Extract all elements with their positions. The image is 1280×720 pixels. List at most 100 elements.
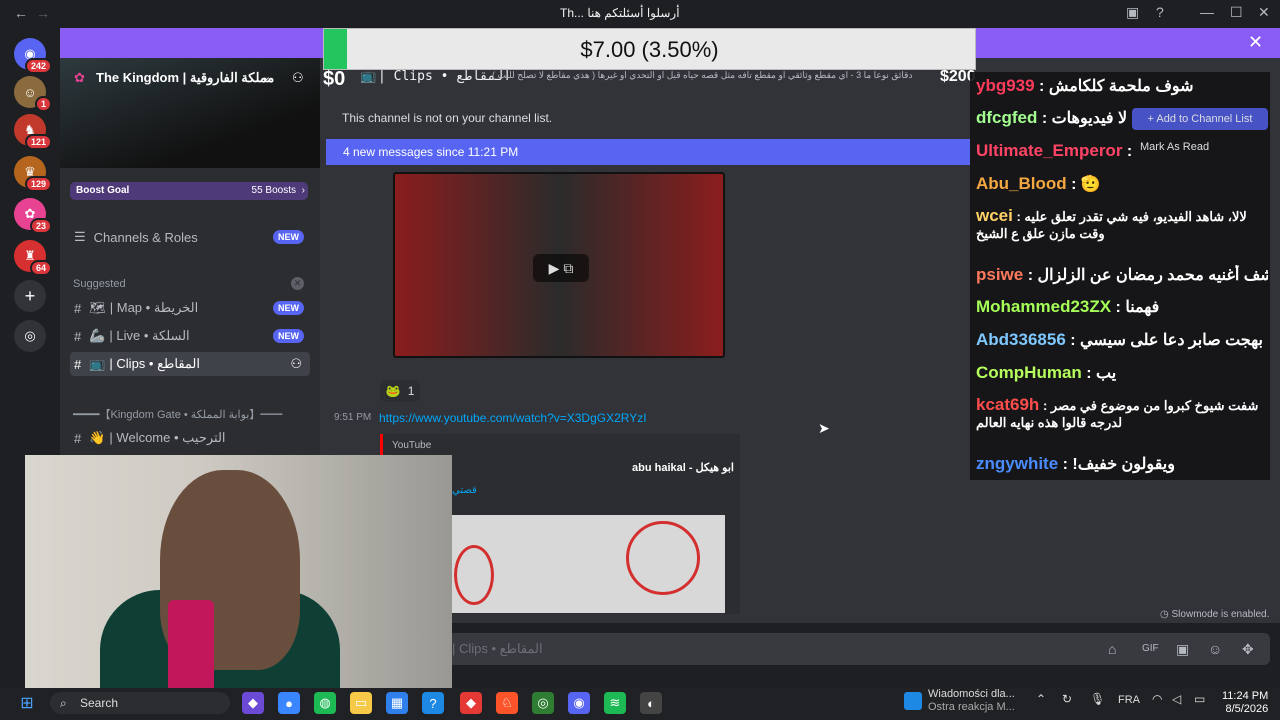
microphone-icon[interactable]: 🎙	[1090, 692, 1105, 706]
mention-badge: 129	[24, 176, 52, 192]
chat-separator: :	[1037, 110, 1052, 127]
sidebar-item-welcome[interactable]: # 👋 | Welcome • الترحيب	[70, 426, 310, 450]
video-thumbnail[interactable]: ▶ ⧉	[393, 172, 725, 358]
new-messages-bar[interactable]: 4 new messages since 11:21 PM	[326, 139, 970, 165]
new-badge: NEW	[273, 230, 304, 244]
taskbar-app-icon[interactable]: ▦	[386, 692, 408, 714]
server-icon[interactable]: ◉ 242	[14, 38, 52, 74]
chat-message: ybg939 : شوف ملحمة كلكامش	[976, 76, 1268, 96]
channel-emoji: 🦾	[89, 328, 106, 343]
chat-message: dfcgfed : لا فيديوهات	[976, 108, 1268, 128]
add-member-icon[interactable]: ⚇	[290, 356, 302, 372]
embed-thumbnail[interactable]	[452, 515, 725, 613]
embed-author[interactable]: abu haikal - ابو هيكل	[632, 461, 734, 474]
embed-title[interactable]: قصتي	[452, 485, 477, 496]
clock-time: 11:24 PM	[1222, 690, 1269, 702]
close-icon[interactable]: ✕	[1248, 32, 1263, 53]
channels-roles-item[interactable]: ☰ Channels & Roles NEW	[70, 225, 310, 249]
gif-icon[interactable]: GIF	[1142, 643, 1159, 654]
taskbar-search[interactable]: ⌕ Search	[50, 692, 230, 714]
back-arrow-icon[interactable]: ←	[14, 5, 28, 21]
forward-arrow-icon[interactable]: →	[36, 5, 50, 21]
close-window-button[interactable]: ✕	[1258, 4, 1270, 21]
chat-separator: :	[1081, 365, 1096, 382]
frog-emoji-icon: 🐸	[385, 384, 401, 398]
chat-separator: :	[1065, 332, 1080, 349]
language-indicator[interactable]: FRA	[1118, 694, 1140, 706]
chat-text: 🫡	[1080, 176, 1101, 193]
channels-roles-label: Channels & Roles	[93, 229, 198, 245]
taskbar-app-icon[interactable]: ◎	[532, 692, 554, 714]
highlight-circle	[626, 521, 700, 595]
windows-start-icon[interactable]: ⊞	[16, 692, 38, 714]
dismiss-icon[interactable]: ✕	[291, 277, 304, 290]
boost-goal-bar[interactable]: Boost Goal 55 Boosts ›	[70, 182, 308, 200]
sidebar-item-clips[interactable]: # 📺 | Clips • المقاطع ⚇	[70, 352, 310, 376]
highlight-circle	[454, 545, 494, 605]
clock-icon: ◷	[1160, 609, 1169, 620]
chat-message: CompHuman : يب	[976, 363, 1268, 383]
server-icon[interactable]: ♞ 121	[14, 114, 52, 150]
wifi-icon[interactable]: ◠	[1152, 692, 1162, 706]
play-icon[interactable]: ▶ ⧉	[533, 254, 589, 282]
chat-separator: :	[1012, 209, 1025, 224]
webcam-bottle	[168, 600, 214, 693]
minimize-button[interactable]: —	[1200, 4, 1214, 20]
chat-text: !ويقولون خفيف	[1072, 456, 1175, 473]
add-server-icon[interactable]: +	[14, 280, 46, 312]
taskbar-app-icon[interactable]: ◐	[640, 692, 662, 714]
battery-icon[interactable]: ▭	[1194, 692, 1205, 706]
window-title: Th... أرسلوا أسئلتكم هنا	[560, 6, 680, 20]
apps-icon[interactable]: ✥	[1242, 641, 1254, 658]
message-link[interactable]: https://www.youtube.com/watch?v=X3DgGX2R…	[379, 411, 647, 425]
channel-emoji: 📺	[89, 356, 106, 371]
sync-icon[interactable]: ↻	[1062, 692, 1072, 706]
news-widget-icon[interactable]	[904, 692, 922, 710]
boost-count: 55 Boosts	[251, 185, 296, 196]
sticker-icon[interactable]: ▣	[1176, 641, 1189, 658]
chat-message: Abu_Blood : 🫡	[976, 174, 1268, 194]
boost-goal-label: Boost Goal	[76, 185, 130, 196]
server-name[interactable]: The Kingdom | مملكة الفاروقية	[96, 70, 274, 86]
taskbar-app-icon[interactable]: ●	[278, 692, 300, 714]
chat-message: Ultimate_Emperor :	[976, 141, 1268, 161]
taskbar-app-icon[interactable]: ≋	[604, 692, 626, 714]
volume-icon[interactable]: ◁	[1172, 692, 1181, 706]
taskbar-app-icon[interactable]: ◍	[314, 692, 336, 714]
reaction-pill[interactable]: 🐸 1	[380, 380, 420, 402]
taskbar-app-icon[interactable]: ♘	[496, 692, 518, 714]
reaction-count: 1	[407, 384, 415, 398]
widget-title: Wiadomości dla...	[928, 688, 1015, 700]
taskbar-clock[interactable]: 11:24 PM 8/5/2026	[1222, 690, 1268, 716]
server-icon[interactable]: ♜ 64	[14, 240, 52, 276]
help-icon[interactable]: ?	[1156, 4, 1164, 20]
server-icon[interactable]: ☺ 1	[14, 76, 52, 112]
news-widget[interactable]: Wiadomości dla... Ostra reakcja M...	[928, 688, 1015, 714]
hash-icon: #	[74, 328, 82, 344]
chat-username: Abd336856	[976, 330, 1066, 349]
chat-text: بهجت صابر دعا على سيسي	[1080, 332, 1263, 349]
category-header[interactable]: ━━━━【Kingdom Gate • بوابة المملكة】━━	[73, 406, 313, 422]
inbox-icon[interactable]: ▣	[1126, 4, 1139, 21]
maximize-button[interactable]: ☐	[1230, 4, 1243, 21]
taskbar-app-icon[interactable]: ?	[422, 692, 444, 714]
server-icon[interactable]: ✿ 23	[14, 198, 52, 234]
chevron-up-icon[interactable]: ⌃	[1036, 692, 1046, 706]
emoji-icon[interactable]: ☺	[1208, 641, 1222, 657]
suggested-heading: Suggested	[73, 278, 126, 290]
wave-icon: 👋	[89, 430, 106, 445]
mention-badge: 23	[29, 218, 52, 234]
invite-icon[interactable]: ⚇	[292, 70, 304, 86]
taskbar-app-icon[interactable]: ◆	[460, 692, 482, 714]
sidebar-item-live[interactable]: # 🦾 | Live • السلكة NEW	[70, 324, 310, 348]
taskbar-app-icon[interactable]: ▭	[350, 692, 372, 714]
sidebar-item-map[interactable]: # 🗺 | Map • الخريطة NEW	[70, 296, 310, 320]
channel-label: | Welcome • الترحيب	[109, 430, 226, 445]
server-icon[interactable]: ♛ 129	[14, 156, 52, 192]
taskbar-app-icon[interactable]: ◉	[568, 692, 590, 714]
taskbar-app-icon[interactable]: ◆	[242, 692, 264, 714]
chat-message: psiwe : شف أغنيه محمد رمضان عن الزلزال	[976, 265, 1268, 285]
chevron-down-icon[interactable]: ⌄	[262, 70, 271, 83]
explore-icon[interactable]: ◎	[14, 320, 46, 352]
gift-icon[interactable]: ⌂	[1108, 641, 1116, 657]
